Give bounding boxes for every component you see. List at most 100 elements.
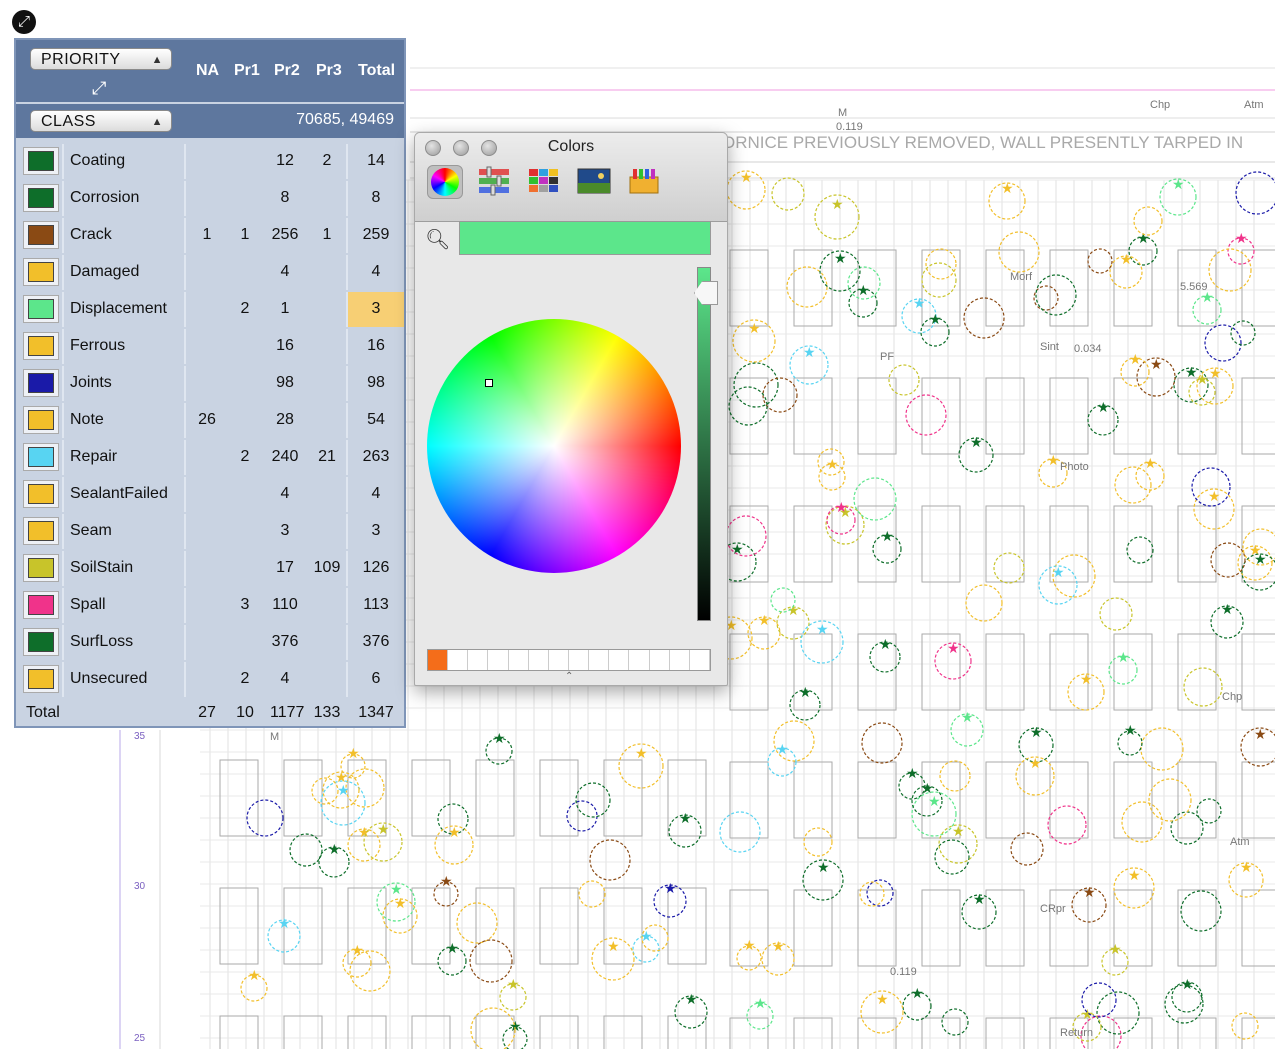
star-icon[interactable]: ★ — [1097, 399, 1110, 415]
star-icon[interactable]: ★ — [970, 434, 983, 450]
brightness-slider[interactable] — [697, 267, 711, 621]
star-icon[interactable]: ★ — [911, 985, 924, 1001]
class-color-swatch[interactable] — [28, 225, 54, 245]
annotation-marker[interactable] — [771, 177, 805, 211]
image-palettes-mode-button[interactable] — [577, 165, 611, 197]
magnifier-icon[interactable]: 🔍︎ — [425, 227, 450, 252]
annotation-marker[interactable] — [861, 722, 903, 764]
star-icon[interactable]: ★ — [1117, 649, 1130, 665]
class-color-swatch[interactable] — [28, 484, 54, 504]
star-icon[interactable]: ★ — [607, 938, 620, 954]
class-row[interactable]: Crack 259 1 1 256 1 — [16, 218, 404, 253]
star-icon[interactable]: ★ — [664, 880, 677, 896]
star-icon[interactable]: ★ — [973, 891, 986, 907]
class-color-swatch[interactable] — [28, 447, 54, 467]
star-icon[interactable]: ★ — [278, 915, 291, 931]
star-icon[interactable]: ★ — [1181, 976, 1194, 992]
saved-color-swatch[interactable] — [650, 650, 670, 670]
star-icon[interactable]: ★ — [1129, 351, 1142, 367]
class-color-swatch[interactable] — [28, 336, 54, 356]
star-icon[interactable]: ★ — [1120, 251, 1133, 267]
class-row[interactable]: SurfLoss 376 376 — [16, 625, 404, 660]
class-row[interactable]: SoilStain 126 17 109 — [16, 551, 404, 586]
star-icon[interactable]: ★ — [947, 640, 960, 656]
star-icon[interactable]: ★ — [440, 873, 453, 889]
star-icon[interactable]: ★ — [679, 810, 692, 826]
current-color-well[interactable] — [459, 221, 711, 255]
star-icon[interactable]: ★ — [816, 621, 829, 637]
saved-color-swatch[interactable] — [629, 650, 650, 670]
star-icon[interactable]: ★ — [685, 991, 698, 1007]
saved-color-swatch[interactable] — [609, 650, 630, 670]
star-icon[interactable]: ★ — [731, 541, 744, 557]
saved-color-swatch[interactable] — [468, 650, 489, 670]
star-icon[interactable]: ★ — [1083, 884, 1096, 900]
saved-color-swatch[interactable] — [670, 650, 690, 670]
class-color-swatch[interactable] — [28, 595, 54, 615]
star-icon[interactable]: ★ — [1150, 356, 1163, 372]
annotation-marker[interactable] — [1126, 536, 1154, 564]
class-row[interactable]: Corrosion 8 8 — [16, 181, 404, 216]
annotation-marker[interactable] — [1180, 890, 1222, 932]
star-icon[interactable]: ★ — [1030, 724, 1043, 740]
star-icon[interactable]: ★ — [351, 942, 364, 958]
star-icon[interactable]: ★ — [740, 169, 753, 185]
saved-color-swatch[interactable] — [529, 650, 549, 670]
annotation-marker[interactable] — [803, 827, 833, 857]
star-icon[interactable]: ★ — [1124, 722, 1137, 738]
star-icon[interactable]: ★ — [743, 937, 756, 953]
star-icon[interactable]: ★ — [1109, 941, 1122, 957]
saved-color-swatch[interactable] — [488, 650, 509, 670]
resize-grip-icon[interactable]: ⌃ — [565, 671, 573, 682]
annotation-marker[interactable] — [1096, 991, 1140, 1035]
saved-color-swatch[interactable] — [428, 650, 449, 670]
star-icon[interactable]: ★ — [748, 320, 761, 336]
class-row[interactable]: Note 54 26 28 — [16, 403, 404, 438]
star-icon[interactable]: ★ — [758, 612, 771, 628]
saved-color-swatch[interactable] — [589, 650, 610, 670]
color-wheel-mode-button[interactable] — [427, 165, 463, 199]
class-color-swatch[interactable] — [28, 151, 54, 171]
class-row[interactable]: SealantFailed 4 4 — [16, 477, 404, 512]
star-icon[interactable]: ★ — [921, 780, 934, 796]
class-row[interactable]: Unsecured 6 2 4 — [16, 662, 404, 697]
star-icon[interactable]: ★ — [248, 967, 261, 983]
star-icon[interactable]: ★ — [906, 765, 919, 781]
class-row[interactable]: Repair 263 2 240 21 — [16, 440, 404, 475]
star-icon[interactable]: ★ — [881, 528, 894, 544]
saved-color-swatch[interactable] — [549, 650, 569, 670]
class-color-swatch[interactable] — [28, 262, 54, 282]
star-icon[interactable]: ★ — [879, 636, 892, 652]
class-row[interactable]: Ferrous 16 16 — [16, 329, 404, 364]
star-icon[interactable]: ★ — [1081, 1006, 1094, 1022]
star-icon[interactable]: ★ — [1029, 755, 1042, 771]
star-icon[interactable]: ★ — [347, 745, 360, 761]
class-row[interactable]: Displacement 3 2 1 — [16, 292, 404, 327]
class-color-swatch[interactable] — [28, 410, 54, 430]
star-icon[interactable]: ★ — [876, 991, 889, 1007]
star-icon[interactable]: ★ — [799, 684, 812, 700]
star-icon[interactable]: ★ — [1080, 671, 1093, 687]
star-icon[interactable]: ★ — [1254, 726, 1267, 742]
class-color-swatch[interactable] — [28, 558, 54, 578]
star-icon[interactable]: ★ — [1221, 601, 1234, 617]
class-color-swatch[interactable] — [28, 521, 54, 541]
annotation-marker[interactable] — [1208, 248, 1252, 292]
annotation-marker[interactable] — [578, 880, 606, 908]
saved-color-swatch[interactable] — [509, 650, 529, 670]
class-color-swatch[interactable] — [28, 373, 54, 393]
star-icon[interactable]: ★ — [1001, 180, 1014, 196]
star-icon[interactable]: ★ — [377, 821, 390, 837]
star-icon[interactable]: ★ — [1128, 867, 1141, 883]
star-icon[interactable]: ★ — [1144, 455, 1157, 471]
star-icon[interactable]: ★ — [826, 456, 839, 472]
annotation-marker[interactable] — [456, 902, 498, 944]
annotation-marker[interactable] — [786, 266, 828, 308]
star-icon[interactable]: ★ — [448, 824, 461, 840]
annotation-marker[interactable] — [941, 1008, 969, 1036]
class-select[interactable]: CLASS ▲ — [30, 110, 172, 132]
star-icon[interactable]: ★ — [446, 940, 459, 956]
star-icon[interactable]: ★ — [493, 730, 506, 746]
resize-arrows-icon[interactable]: ⤢ — [92, 78, 106, 99]
class-color-swatch[interactable] — [28, 299, 54, 319]
